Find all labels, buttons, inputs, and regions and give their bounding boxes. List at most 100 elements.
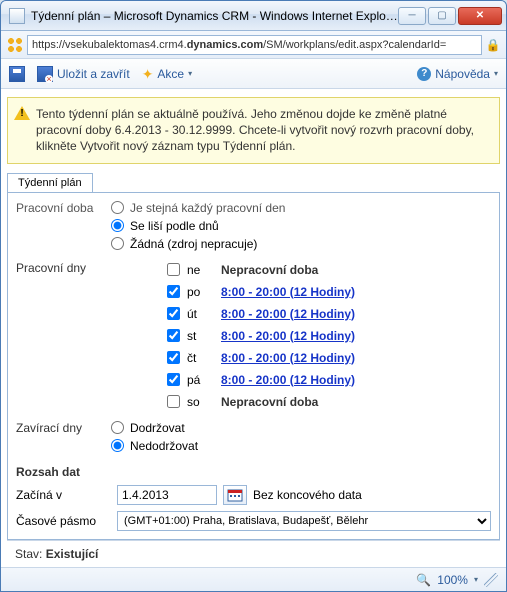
day-hours-link[interactable]: 8:00 - 20:00 (12 Hodiny) bbox=[221, 351, 355, 365]
zoom-icon: 🔍 bbox=[416, 573, 431, 587]
opt-same-label: Je stejná každý pracovní den bbox=[130, 201, 285, 215]
warning-icon bbox=[14, 106, 30, 122]
start-date-input[interactable] bbox=[117, 485, 217, 505]
help-button[interactable]: ? Nápověda ▾ bbox=[417, 67, 498, 81]
status-label: Stav: bbox=[15, 547, 46, 561]
crm-toolbar: Uložit a zavřít ✦ Akce ▾ ? Nápověda ▾ bbox=[1, 59, 506, 89]
date-picker-button[interactable] bbox=[223, 485, 247, 505]
day-name: po bbox=[187, 285, 211, 299]
workhours-label: Pracovní doba bbox=[16, 199, 111, 215]
notobserve-label: Nedodržovat bbox=[130, 439, 198, 453]
maximize-button[interactable]: ▢ bbox=[428, 7, 456, 25]
starts-label: Začíná v bbox=[16, 488, 111, 502]
opt-none[interactable]: Žádná (zdroj nepracuje) bbox=[111, 235, 491, 253]
day-checkbox-so[interactable] bbox=[167, 395, 180, 408]
dynamics-icon bbox=[7, 37, 23, 53]
page-icon bbox=[9, 8, 25, 24]
radio-observe[interactable] bbox=[111, 421, 124, 434]
warning-banner: Tento týdenní plán se aktuálně používá. … bbox=[7, 97, 500, 164]
calendar-icon bbox=[227, 488, 243, 502]
lock-icon: 🔒 bbox=[486, 38, 500, 52]
warning-text: Tento týdenní plán se aktuálně používá. … bbox=[36, 107, 474, 153]
row-closing: Zavírací dny Dodržovat Nedodržovat bbox=[16, 419, 491, 455]
opt-same-every-day[interactable]: Je stejná každý pracovní den bbox=[111, 199, 491, 217]
row-starts: Začíná v Bez koncového data bbox=[16, 485, 491, 505]
window-buttons: ─ ▢ ✕ bbox=[398, 7, 502, 25]
day-checkbox-čt[interactable] bbox=[167, 351, 180, 364]
day-row-pá: pá 8:00 - 20:00 (12 Hodiny) bbox=[163, 369, 491, 391]
opt-observe[interactable]: Dodržovat bbox=[111, 419, 491, 437]
chevron-down-icon: ▾ bbox=[188, 69, 192, 78]
form-scroll[interactable]: Pracovní doba Je stejná každý pracovní d… bbox=[8, 193, 499, 539]
day-nonworking: Nepracovní doba bbox=[221, 263, 318, 277]
actions-label: Akce bbox=[157, 67, 184, 81]
day-name: ne bbox=[187, 263, 211, 277]
day-row-st: st 8:00 - 20:00 (12 Hodiny) bbox=[163, 325, 491, 347]
day-name: so bbox=[187, 395, 211, 409]
chevron-down-icon: ▾ bbox=[474, 575, 478, 584]
row-workdays: Pracovní dny ne Nepracovní doba po 8:00 - 2… bbox=[16, 259, 491, 413]
tab-label: Týdenní plán bbox=[18, 177, 82, 189]
workdays-label: Pracovní dny bbox=[16, 259, 111, 275]
day-row-ne: ne Nepracovní doba bbox=[163, 259, 491, 281]
day-row-po: po 8:00 - 20:00 (12 Hodiny) bbox=[163, 281, 491, 303]
actions-menu[interactable]: ✦ Akce ▾ bbox=[142, 67, 192, 81]
minimize-button[interactable]: ─ bbox=[398, 7, 426, 25]
help-label: Nápověda bbox=[435, 67, 490, 81]
tab-row: Týdenní plán bbox=[7, 172, 500, 192]
day-hours-link[interactable]: 8:00 - 20:00 (12 Hodiny) bbox=[221, 329, 355, 343]
range-title: Rozsah dat bbox=[16, 465, 491, 479]
resize-grip[interactable] bbox=[484, 573, 498, 587]
close-button[interactable]: ✕ bbox=[458, 7, 502, 25]
day-checkbox-ne[interactable] bbox=[167, 263, 180, 276]
day-hours-link[interactable]: 8:00 - 20:00 (12 Hodiny) bbox=[221, 307, 355, 321]
radio-diff[interactable] bbox=[111, 219, 124, 232]
help-icon: ? bbox=[417, 67, 431, 81]
window-frame: Týdenní plán – Microsoft Dynamics CRM - … bbox=[0, 0, 507, 592]
day-row-út: út 8:00 - 20:00 (12 Hodiny) bbox=[163, 303, 491, 325]
day-name: út bbox=[187, 307, 211, 321]
url-prefix: https://vsekubalektomas4.crm4. bbox=[32, 39, 187, 51]
radio-same[interactable] bbox=[111, 201, 124, 214]
address-bar: https://vsekubalektomas4.crm4.dynamics.c… bbox=[1, 31, 506, 59]
closing-label: Zavírací dny bbox=[16, 419, 111, 435]
radio-none[interactable] bbox=[111, 237, 124, 250]
day-name: st bbox=[187, 329, 211, 343]
day-row-čt: čt8:00 - 20:00 (12 Hodiny) bbox=[163, 347, 491, 369]
day-nonworking: Nepracovní doba bbox=[221, 395, 318, 409]
day-checkbox-st[interactable] bbox=[167, 329, 180, 342]
status-value: Existující bbox=[46, 547, 99, 561]
row-workhours: Pracovní doba Je stejná každý pracovní d… bbox=[16, 199, 491, 253]
row-timezone: Časové pásmo (GMT+01:00) Praha, Bratisla… bbox=[16, 511, 491, 531]
opt-notobserve[interactable]: Nedodržovat bbox=[111, 437, 491, 455]
day-checkbox-po[interactable] bbox=[167, 285, 180, 298]
url-host: dynamics.com bbox=[187, 39, 263, 51]
url-suffix: /SM/workplans/edit.aspx?calendarId= bbox=[263, 39, 446, 51]
day-row-so: so Nepracovní doba bbox=[163, 391, 491, 413]
chevron-down-icon: ▾ bbox=[494, 69, 498, 78]
content-area: Tento týdenní plán se aktuálně používá. … bbox=[1, 89, 506, 567]
save-close-button[interactable]: Uložit a zavřít bbox=[37, 66, 130, 82]
tz-label: Časové pásmo bbox=[16, 514, 111, 528]
star-icon: ✦ bbox=[142, 67, 154, 81]
day-hours-link[interactable]: 8:00 - 20:00 (12 Hodiny) bbox=[221, 373, 355, 387]
day-hours-link[interactable]: 8:00 - 20:00 (12 Hodiny) bbox=[221, 285, 355, 299]
opt-diff-label: Se liší podle dnů bbox=[130, 219, 219, 233]
titlebar: Týdenní plán – Microsoft Dynamics CRM - … bbox=[1, 1, 506, 31]
observe-label: Dodržovat bbox=[130, 421, 185, 435]
day-checkbox-pá[interactable] bbox=[167, 373, 180, 386]
timezone-select[interactable]: (GMT+01:00) Praha, Bratislava, Budapešť,… bbox=[117, 511, 491, 531]
save-button[interactable] bbox=[9, 66, 25, 82]
day-name: pá bbox=[187, 373, 211, 387]
opt-diff-per-day[interactable]: Se liší podle dnů bbox=[111, 217, 491, 235]
ie-status-bar: 🔍 100% ▾ bbox=[1, 567, 506, 591]
tab-weekly-plan[interactable]: Týdenní plán bbox=[7, 173, 93, 193]
no-end-label: Bez koncového data bbox=[253, 488, 362, 502]
form-panel: Pracovní doba Je stejná každý pracovní d… bbox=[7, 192, 500, 540]
window-title: Týdenní plán – Microsoft Dynamics CRM - … bbox=[31, 9, 398, 23]
save-close-icon bbox=[37, 66, 53, 82]
radio-notobserve[interactable] bbox=[111, 439, 124, 452]
url-field[interactable]: https://vsekubalektomas4.crm4.dynamics.c… bbox=[27, 35, 482, 55]
record-status: Stav: Existující bbox=[7, 540, 500, 567]
day-checkbox-út[interactable] bbox=[167, 307, 180, 320]
